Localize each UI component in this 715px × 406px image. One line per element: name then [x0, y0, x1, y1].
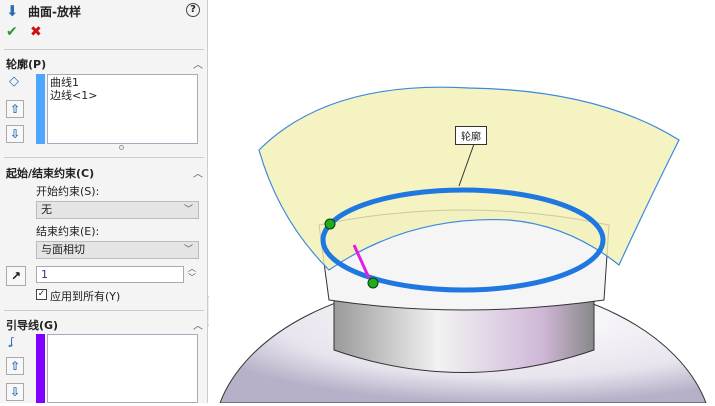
- property-manager: ⬇ 曲面-放样 ? ✔ ✖ 轮廓(P) ︿ ◇ ⇧ ⇩ 曲线1 边线<1> 起始…: [0, 0, 208, 403]
- guides-list[interactable]: [47, 334, 198, 403]
- move-up-button[interactable]: ⇧: [6, 100, 24, 118]
- constraints-header[interactable]: 起始/结束约束(C): [6, 165, 94, 181]
- close-icon[interactable]: ✖: [30, 24, 42, 40]
- guide-color-bar: [36, 334, 45, 403]
- spinner[interactable]: ︿ ﹀: [188, 264, 196, 282]
- profile-icon: ◇: [9, 74, 19, 89]
- profiles-list[interactable]: 曲线1 边线<1>: [47, 74, 198, 144]
- check-icon[interactable]: ✔: [6, 24, 18, 40]
- apply-all-checkbox[interactable]: ✓: [36, 289, 47, 300]
- feature-title: 曲面-放样: [28, 5, 81, 19]
- guides-header[interactable]: 引导线(G): [6, 317, 58, 333]
- collapse-icon[interactable]: ︿: [193, 317, 203, 332]
- chevron-down-icon: ﹀: [183, 205, 193, 215]
- move-down-button[interactable]: ⇩: [6, 383, 24, 401]
- end-constraint-label: 结束约束(E):: [36, 225, 100, 238]
- divider: [4, 310, 204, 311]
- collapse-icon[interactable]: ︿: [193, 56, 203, 71]
- profile-callout[interactable]: 轮廓: [455, 126, 487, 145]
- start-constraint-value: 无: [41, 203, 52, 216]
- divider: [4, 49, 204, 50]
- apply-all-label: 应用到所有(Y): [50, 290, 121, 303]
- help-icon[interactable]: ?: [186, 3, 200, 17]
- move-down-button[interactable]: ⇩: [6, 125, 24, 143]
- divider: [4, 157, 204, 158]
- end-constraint-value: 与面相切: [41, 243, 85, 256]
- chevron-down-icon: ﹀: [183, 245, 193, 255]
- guide-curve-icon: ʆ: [10, 335, 14, 348]
- move-up-button[interactable]: ⇧: [6, 357, 24, 375]
- profile-color-bar: [36, 74, 45, 144]
- model-view[interactable]: [209, 0, 715, 404]
- end-point[interactable]: [367, 277, 379, 289]
- start-point[interactable]: [324, 218, 336, 230]
- end-constraint-select[interactable]: 与面相切 ﹀: [36, 241, 199, 259]
- reverse-direction-button[interactable]: ↗: [6, 266, 26, 286]
- collapse-icon[interactable]: ︿: [193, 165, 203, 180]
- resize-handle[interactable]: [119, 145, 124, 150]
- list-item[interactable]: 边线<1>: [50, 89, 195, 102]
- list-item[interactable]: 曲线1: [50, 76, 195, 89]
- profiles-header[interactable]: 轮廓(P): [6, 56, 46, 72]
- start-constraint-select[interactable]: 无 ﹀: [36, 201, 199, 219]
- graphics-area[interactable]: 轮廓: [209, 0, 715, 404]
- loft-surface-icon: ⬇: [6, 2, 19, 20]
- tangent-length-input[interactable]: 1: [36, 266, 184, 283]
- start-constraint-label: 开始约束(S):: [36, 185, 100, 198]
